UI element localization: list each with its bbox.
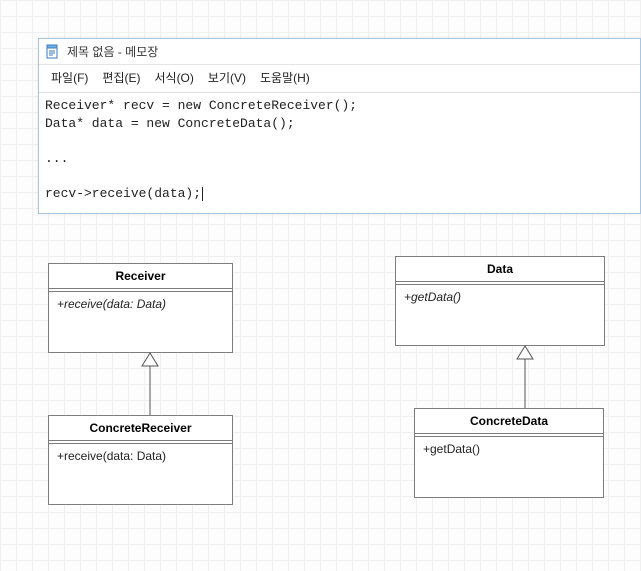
class-method: +receive(data: Data)	[49, 444, 232, 484]
menu-edit[interactable]: 편집(E)	[96, 67, 146, 88]
uml-class-concrete-receiver: ConcreteReceiver +receive(data: Data)	[48, 415, 233, 505]
code-line: recv->receive(data);	[45, 186, 201, 201]
class-method: +getData()	[396, 285, 604, 325]
menu-format[interactable]: 서식(O)	[148, 67, 199, 88]
class-name: Receiver	[49, 264, 232, 289]
generalization-arrow	[120, 352, 180, 416]
class-name: Data	[396, 257, 604, 282]
class-method: +getData()	[415, 437, 603, 477]
editor-area[interactable]: Receiver* recv = new ConcreteReceiver();…	[39, 93, 640, 213]
menu-help[interactable]: 도움말(H)	[254, 67, 316, 88]
generalization-arrow	[495, 345, 555, 409]
menu-file[interactable]: 파일(F)	[45, 67, 94, 88]
menu-view[interactable]: 보기(V)	[202, 67, 252, 88]
notepad-window: 제목 없음 - 메모장 파일(F) 편집(E) 서식(O) 보기(V) 도움말(…	[38, 38, 641, 214]
notepad-icon	[45, 44, 61, 60]
code-line: Receiver* recv = new ConcreteReceiver();	[45, 98, 357, 113]
uml-class-receiver: Receiver +receive(data: Data)	[48, 263, 233, 353]
class-name: ConcreteReceiver	[49, 416, 232, 441]
uml-class-concrete-data: ConcreteData +getData()	[414, 408, 604, 498]
code-line: Data* data = new ConcreteData();	[45, 116, 295, 131]
class-name: ConcreteData	[415, 409, 603, 434]
titlebar[interactable]: 제목 없음 - 메모장	[39, 39, 640, 65]
code-line: ...	[45, 151, 68, 166]
class-method: +receive(data: Data)	[49, 292, 232, 332]
window-title: 제목 없음 - 메모장	[67, 43, 158, 60]
menubar: 파일(F) 편집(E) 서식(O) 보기(V) 도움말(H)	[39, 65, 640, 93]
text-caret	[202, 187, 203, 201]
uml-class-data: Data +getData()	[395, 256, 605, 346]
